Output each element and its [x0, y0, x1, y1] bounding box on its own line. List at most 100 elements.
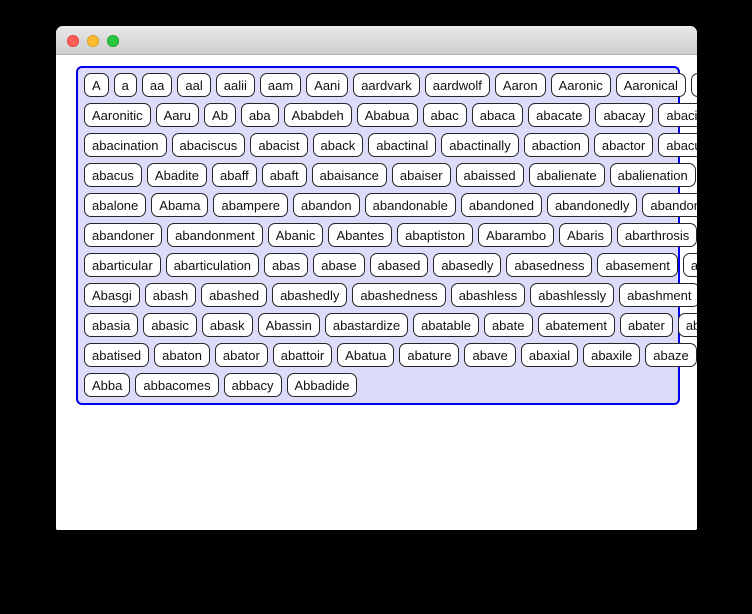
tag-item[interactable]: Aaronic — [550, 73, 611, 97]
tag-item[interactable]: abattoir — [272, 343, 333, 367]
tag-item[interactable]: abbacomes — [135, 373, 219, 397]
tag-item[interactable]: abandonee — [642, 193, 697, 217]
tag-item[interactable]: abatised — [84, 343, 150, 367]
tag-item[interactable]: abarticular — [84, 253, 161, 277]
tag-item[interactable]: abarticulation — [165, 253, 260, 277]
tag-item[interactable]: abactor — [593, 133, 654, 157]
tag-item[interactable]: abatement — [537, 313, 615, 337]
tag-item[interactable]: abandonedly — [546, 193, 638, 217]
tag-item[interactable]: abacus — [84, 163, 142, 187]
tag-item[interactable]: abased — [369, 253, 429, 277]
tag-item[interactable]: abacination — [84, 133, 167, 157]
tag-item[interactable]: aam — [259, 73, 302, 97]
tag-item[interactable]: Aaronitic — [84, 103, 151, 127]
tag-item[interactable]: abaze — [645, 343, 697, 367]
tag-item[interactable]: abatable — [413, 313, 479, 337]
tag-item[interactable]: aal — [177, 73, 211, 97]
tag-item[interactable]: abaff — [212, 163, 257, 187]
tag-item[interactable]: Abanic — [267, 223, 324, 247]
tag-item[interactable]: Abarambo — [478, 223, 555, 247]
tag-item[interactable]: abator — [214, 343, 268, 367]
tag-item[interactable]: abashed — [201, 283, 268, 307]
tag-item[interactable]: aa — [141, 73, 173, 97]
tag-item[interactable]: abaca — [471, 103, 524, 127]
tag-item[interactable]: abaxial — [520, 343, 579, 367]
tag-item[interactable]: aardwolf — [424, 73, 490, 97]
tag-item[interactable]: abave — [464, 343, 516, 367]
tag-item[interactable]: abasic — [143, 313, 197, 337]
tag-item[interactable]: Aaronite — [690, 73, 697, 97]
tag-item[interactable]: aback — [312, 133, 364, 157]
tag-item[interactable]: abandoner — [84, 223, 163, 247]
tag-item[interactable]: abas — [264, 253, 309, 277]
tag-item[interactable]: abarthrosis — [616, 223, 697, 247]
tag-item[interactable]: abaciscus — [171, 133, 246, 157]
tag-item[interactable]: Ababdeh — [283, 103, 352, 127]
tag-item[interactable]: Abatua — [337, 343, 395, 367]
tag-item[interactable]: abalienation — [609, 163, 696, 187]
tag-item[interactable]: Aani — [306, 73, 349, 97]
tag-item[interactable]: abaton — [154, 343, 210, 367]
tag-item[interactable]: abaptiston — [397, 223, 474, 247]
tag-item[interactable]: abasedness — [506, 253, 593, 277]
tag-item[interactable]: Abassin — [257, 313, 320, 337]
tag-item[interactable]: abashlessly — [530, 283, 615, 307]
tag-item[interactable]: Ababua — [356, 103, 418, 127]
tag-item[interactable]: abashless — [450, 283, 526, 307]
tag-item[interactable]: abaxile — [583, 343, 641, 367]
tag-item[interactable]: abacinate — [658, 103, 697, 127]
tag-item[interactable]: aalii — [215, 73, 255, 97]
tag-item[interactable]: abaiser — [391, 163, 451, 187]
tag-item[interactable]: Abba — [84, 373, 131, 397]
tag-item[interactable]: abate — [483, 313, 533, 337]
tag-item[interactable]: abacist — [250, 133, 308, 157]
tag-item[interactable]: abacate — [528, 103, 591, 127]
tag-item[interactable]: abandon — [293, 193, 360, 217]
tag-item[interactable]: Aaru — [155, 103, 200, 127]
tag-item[interactable]: abampere — [213, 193, 289, 217]
tag-item[interactable]: abasement — [597, 253, 678, 277]
tag-item[interactable]: abaft — [261, 163, 307, 187]
tag-item[interactable]: abastardize — [324, 313, 409, 337]
tag-item[interactable]: abase — [313, 253, 365, 277]
tag-item[interactable]: abaculus — [658, 133, 697, 157]
tag-item[interactable]: Abasgi — [84, 283, 140, 307]
tag-item[interactable]: a — [113, 73, 137, 97]
tag-item[interactable]: abandoned — [460, 193, 542, 217]
tag-item[interactable]: abaisance — [311, 163, 387, 187]
tag-item[interactable]: abature — [399, 343, 460, 367]
tag-item[interactable]: abask — [201, 313, 253, 337]
tag-item[interactable]: abashedness — [352, 283, 446, 307]
tag-item[interactable]: abashment — [619, 283, 697, 307]
tag-item[interactable]: abaissed — [455, 163, 524, 187]
tag-item[interactable]: abasedly — [433, 253, 502, 277]
tag-item[interactable]: Abama — [151, 193, 209, 217]
tag-item[interactable]: abandonment — [167, 223, 263, 247]
tag-item[interactable]: abash — [144, 283, 197, 307]
tag-item[interactable]: abaction — [523, 133, 589, 157]
tag-item[interactable]: abasia — [84, 313, 139, 337]
tag-item[interactable]: abalone — [84, 193, 147, 217]
tag-item[interactable]: abacay — [595, 103, 654, 127]
tag-item[interactable]: aba — [240, 103, 279, 127]
tag-item[interactable]: abac — [422, 103, 467, 127]
tag-item[interactable]: abashedly — [272, 283, 348, 307]
zoom-button-icon[interactable] — [107, 35, 119, 47]
tag-item[interactable]: abalienate — [528, 163, 605, 187]
tag-item[interactable]: abactinal — [368, 133, 437, 157]
tag-item[interactable]: Abantes — [328, 223, 393, 247]
tag-item[interactable]: Aaronical — [615, 73, 686, 97]
tag-item[interactable]: abactinally — [441, 133, 519, 157]
tag-item[interactable]: abandonable — [364, 193, 456, 217]
tag-item[interactable]: A — [84, 73, 109, 97]
tag-item[interactable]: aardvark — [353, 73, 420, 97]
tag-item[interactable]: Ab — [204, 103, 236, 127]
close-button-icon[interactable] — [67, 35, 79, 47]
tag-item[interactable]: Abaris — [559, 223, 612, 247]
tag-item[interactable]: abbacy — [223, 373, 282, 397]
tag-item[interactable]: abaser — [682, 253, 697, 277]
tag-item[interactable]: Abbadide — [286, 373, 358, 397]
tag-item[interactable]: abatis — [677, 313, 697, 337]
tag-item[interactable]: Abadite — [146, 163, 208, 187]
tag-item[interactable]: Aaron — [494, 73, 546, 97]
